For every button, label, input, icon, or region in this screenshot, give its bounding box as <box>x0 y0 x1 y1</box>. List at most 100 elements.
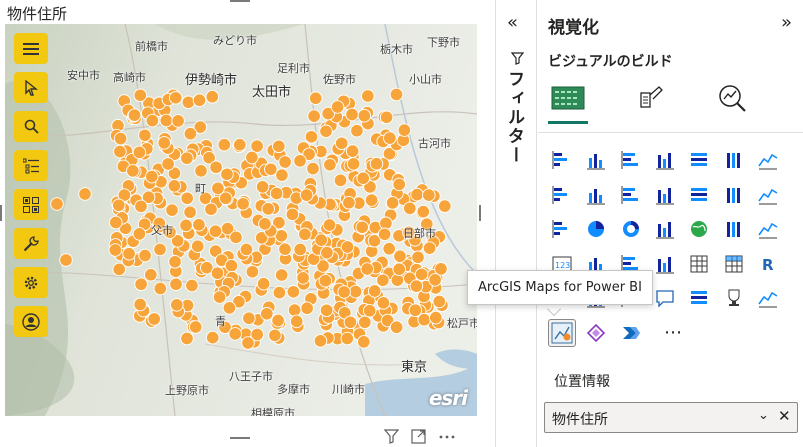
property-location-point[interactable] <box>112 262 126 277</box>
matrix-icon[interactable] <box>720 250 748 278</box>
line-and-clustered-column-icon[interactable] <box>651 181 679 209</box>
area-chart-icon[interactable] <box>548 181 576 209</box>
property-location-point[interactable] <box>356 171 370 185</box>
property-location-point[interactable] <box>271 313 285 328</box>
property-location-point[interactable] <box>169 277 183 291</box>
property-location-point[interactable] <box>367 284 382 298</box>
property-location-point[interactable] <box>369 156 384 171</box>
focus-mode-icon[interactable] <box>411 428 426 444</box>
property-location-point[interactable] <box>165 203 179 217</box>
property-location-point[interactable] <box>397 123 412 137</box>
property-location-point[interactable] <box>256 276 271 291</box>
property-location-point[interactable] <box>362 303 377 318</box>
property-location-point[interactable] <box>133 88 148 103</box>
property-location-point[interactable] <box>343 315 358 330</box>
tab-build-visual[interactable] <box>548 78 588 118</box>
power-automate-icon[interactable] <box>617 319 645 347</box>
property-location-point[interactable] <box>147 312 161 326</box>
property-location-point[interactable] <box>383 131 397 145</box>
qa-icon[interactable] <box>651 284 679 312</box>
property-location-point[interactable] <box>127 108 142 122</box>
property-location-point[interactable] <box>298 227 312 242</box>
property-location-point[interactable] <box>170 298 184 312</box>
property-location-point[interactable] <box>209 160 223 175</box>
property-location-point[interactable] <box>376 296 391 310</box>
property-location-point[interactable] <box>320 245 334 260</box>
property-location-point[interactable] <box>379 110 394 125</box>
property-location-point[interactable] <box>272 285 287 300</box>
layers-button[interactable] <box>14 150 48 181</box>
property-location-point[interactable] <box>224 258 239 273</box>
property-location-point[interactable] <box>264 162 278 177</box>
filter-pane-collapsed[interactable]: « フィルター <box>495 0 537 447</box>
property-location-point[interactable] <box>337 285 351 299</box>
property-location-point[interactable] <box>432 294 447 309</box>
property-location-point[interactable] <box>167 179 182 193</box>
property-location-point[interactable] <box>236 197 250 211</box>
property-location-point[interactable] <box>122 246 136 261</box>
property-location-point[interactable] <box>239 242 254 257</box>
filled-map-icon[interactable] <box>720 215 748 243</box>
map-globe-icon[interactable] <box>685 215 713 243</box>
property-location-point[interactable] <box>308 91 323 105</box>
property-location-point[interactable] <box>113 144 127 159</box>
property-location-point[interactable] <box>334 136 349 151</box>
property-location-point[interactable] <box>250 327 264 342</box>
property-location-point[interactable] <box>340 331 355 346</box>
property-location-point[interactable] <box>192 217 206 232</box>
property-location-point[interactable] <box>307 109 321 123</box>
property-location-point[interactable] <box>293 154 307 168</box>
property-location-point[interactable] <box>188 320 203 334</box>
property-location-point[interactable] <box>322 218 337 232</box>
collapse-filters-button[interactable]: « <box>507 12 518 33</box>
property-location-point[interactable] <box>217 137 232 152</box>
slicer-icon[interactable] <box>651 250 679 278</box>
property-location-point[interactable] <box>392 262 406 276</box>
resize-handle[interactable] <box>0 205 2 221</box>
property-location-point[interactable] <box>411 250 425 265</box>
property-location-point[interactable] <box>410 187 424 202</box>
property-location-point[interactable] <box>212 290 227 304</box>
property-location-point[interactable] <box>274 268 289 282</box>
property-location-point[interactable] <box>299 188 314 202</box>
property-location-point[interactable] <box>183 126 198 141</box>
property-location-point[interactable] <box>78 187 92 201</box>
paginated-report-icon[interactable] <box>685 284 713 312</box>
property-location-point[interactable] <box>389 87 404 102</box>
table-icon[interactable] <box>685 250 713 278</box>
property-location-point[interactable] <box>205 330 220 345</box>
property-location-point[interactable] <box>377 227 392 242</box>
resize-handle[interactable] <box>230 0 250 2</box>
property-location-point[interactable] <box>429 310 443 325</box>
property-location-point[interactable] <box>228 327 242 341</box>
stacked-bar-chart-icon[interactable] <box>548 146 576 174</box>
property-location-point[interactable] <box>185 278 199 293</box>
100-stacked-bar-chart-icon[interactable] <box>685 146 713 174</box>
line-and-stacked-column-icon[interactable] <box>617 181 645 209</box>
property-location-point[interactable] <box>268 328 282 343</box>
100-stacked-column-chart-icon[interactable] <box>720 146 748 174</box>
tab-format-visual[interactable] <box>630 78 670 118</box>
funnel-chart-icon[interactable] <box>754 181 782 209</box>
property-location-point[interactable] <box>300 301 314 315</box>
property-location-point[interactable] <box>361 89 375 103</box>
smart-narrative-icon[interactable] <box>754 284 782 312</box>
property-location-point[interactable] <box>233 137 247 152</box>
property-location-point[interactable] <box>153 242 167 257</box>
gauge-icon[interactable] <box>754 215 782 243</box>
property-location-point[interactable] <box>179 218 193 233</box>
property-location-point[interactable] <box>220 167 234 182</box>
clustered-bar-chart-icon[interactable] <box>617 146 645 174</box>
property-location-point[interactable] <box>408 303 423 317</box>
property-location-point[interactable] <box>342 195 356 210</box>
stacked-column-chart-icon[interactable] <box>582 146 610 174</box>
property-location-point[interactable] <box>296 271 310 285</box>
property-location-point[interactable] <box>355 220 369 235</box>
resize-handle[interactable] <box>479 205 481 221</box>
property-location-point[interactable] <box>168 91 183 105</box>
property-location-point[interactable] <box>289 314 304 329</box>
property-location-point[interactable] <box>229 230 243 245</box>
property-location-point[interactable] <box>181 95 196 110</box>
property-location-point[interactable] <box>59 253 73 267</box>
property-location-point[interactable] <box>393 249 407 263</box>
